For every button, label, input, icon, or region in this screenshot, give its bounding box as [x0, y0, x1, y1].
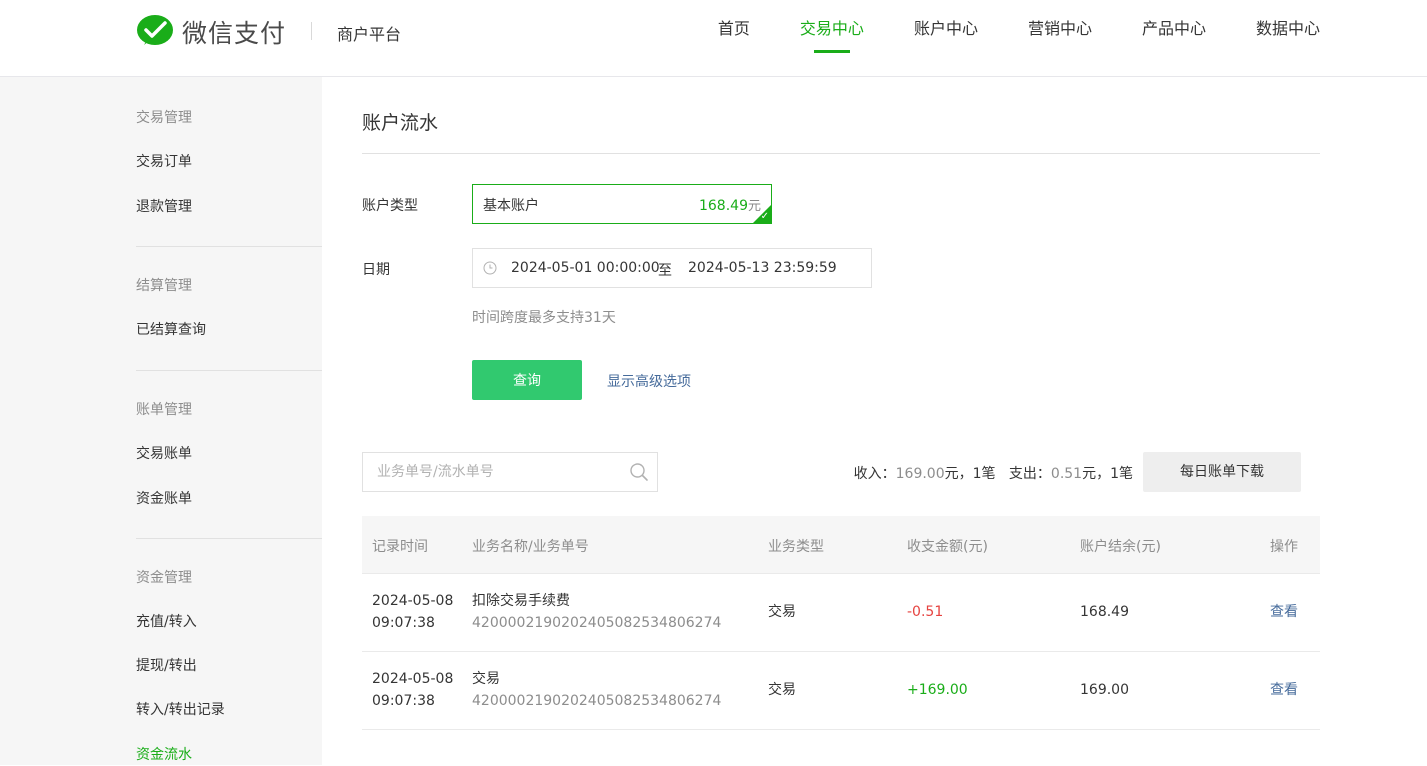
table-row: 2024-05-08 09:07:38 交易 42000021902024050… — [362, 652, 1320, 730]
account-type-selector[interactable]: 基本账户 168.49元 ✓ — [472, 184, 772, 224]
sidebar-group-title: 账单管理 — [136, 402, 192, 418]
view-link[interactable]: 查看 — [1270, 601, 1298, 623]
nav-marketing-center[interactable]: 营销中心 — [1028, 18, 1092, 54]
nav-home[interactable]: 首页 — [718, 18, 750, 54]
view-link[interactable]: 查看 — [1270, 679, 1298, 701]
sidebar-divider — [136, 538, 322, 539]
sidebar-group-settlement: 结算管理 已结算查询 — [136, 275, 322, 338]
nav-account-center[interactable]: 账户中心 — [914, 18, 978, 54]
business-name: 扣除交易手续费 — [472, 593, 570, 609]
sidebar-item-withdraw[interactable]: 提现/转出 — [136, 655, 197, 677]
title-divider — [362, 153, 1320, 154]
sidebar-item-recharge[interactable]: 充值/转入 — [136, 611, 197, 633]
nav-data-center[interactable]: 数据中心 — [1256, 18, 1320, 54]
account-amount: 168.49 — [698, 198, 748, 214]
business-order-number: 4200002190202405082534806274 — [472, 693, 722, 709]
sidebar-item-fund-flow[interactable]: 资金流水 — [136, 744, 192, 766]
business-order-number: 4200002190202405082534806274 — [472, 615, 722, 631]
table-header: 记录时间 业务名称/业务单号 业务类型 收支金额(元) 账户结余(元) 操作 — [362, 516, 1320, 574]
date-end[interactable]: 2024-05-13 23:59:59 — [688, 260, 837, 276]
sidebar-group-title: 结算管理 — [136, 278, 192, 294]
record-time-cell: 2024-05-08 09:07:38 — [372, 590, 453, 634]
record-time-cell: 2024-05-08 09:07:38 — [372, 668, 453, 712]
sidebar-item-refund-management[interactable]: 退款管理 — [136, 196, 192, 218]
expense-label: 支出： — [1008, 466, 1051, 482]
column-header-business-type: 业务类型 — [768, 539, 824, 555]
balance: 169.00 — [1080, 682, 1129, 698]
sidebar-group-title: 资金管理 — [136, 570, 192, 586]
income-label: 收入： — [853, 466, 896, 482]
search-box — [362, 452, 658, 492]
sidebar-item-fund-bill[interactable]: 资金账单 — [136, 488, 192, 510]
column-header-amount: 收支金额(元) — [907, 539, 988, 555]
sidebar-item-transaction-bill[interactable]: 交易账单 — [136, 443, 192, 465]
income-expense-summary: 收入：169.00元，1笔 支出：0.51元，1笔 — [854, 463, 1133, 483]
income-suffix: 元，1笔 — [944, 466, 996, 482]
column-header-business-name: 业务名称/业务单号 — [472, 539, 589, 555]
sidebar: 交易管理 交易订单 退款管理 结算管理 已结算查询 账单管理 交易账单 资金账单… — [0, 77, 322, 765]
expense-suffix: 元，1笔 — [1082, 466, 1133, 482]
sidebar-group-bills: 账单管理 交易账单 资金账单 — [136, 399, 322, 507]
date-start[interactable]: 2024-05-01 00:00:00 — [511, 260, 660, 276]
business-type: 交易 — [768, 682, 796, 698]
income-amount: 169.00 — [895, 466, 945, 482]
account-type-label: 账户类型 — [362, 198, 418, 214]
sidebar-divider — [136, 246, 322, 247]
sidebar-item-transfer-records[interactable]: 转入/转出记录 — [136, 699, 225, 721]
sidebar-item-transaction-orders[interactable]: 交易订单 — [136, 151, 192, 173]
record-time: 09:07:38 — [372, 693, 435, 709]
query-button[interactable]: 查询 — [472, 360, 582, 400]
nav-product-center[interactable]: 产品中心 — [1142, 18, 1206, 54]
record-date: 2024-05-08 — [372, 671, 454, 687]
record-date: 2024-05-08 — [372, 593, 454, 609]
business-name: 交易 — [472, 671, 500, 687]
brand-name: 微信支付 — [182, 19, 287, 48]
sidebar-group-transaction: 交易管理 交易订单 退款管理 — [136, 107, 322, 215]
business-type: 交易 — [768, 604, 796, 620]
sidebar-group-funds: 资金管理 充值/转入 提现/转出 转入/转出记录 资金流水 — [136, 567, 322, 763]
date-hint: 时间跨度最多支持31天 — [472, 310, 616, 326]
top-header: 微信支付 商户平台 首页 交易中心 账户中心 营销中心 产品中心 数据中心 — [0, 0, 1427, 77]
header-divider — [311, 22, 312, 40]
daily-bill-download-button[interactable]: 每日账单下载 — [1143, 452, 1301, 492]
business-name-cell: 扣除交易手续费 4200002190202405082534806274 — [472, 590, 721, 634]
date-separator: 至 — [658, 263, 672, 279]
nav-transaction-center[interactable]: 交易中心 — [800, 18, 864, 54]
platform-name: 商户平台 — [337, 25, 402, 44]
brand-logo[interactable]: 微信支付 — [136, 14, 286, 50]
page-title: 账户流水 — [362, 112, 439, 134]
column-header-balance: 账户结余(元) — [1080, 539, 1161, 555]
search-input[interactable] — [363, 453, 623, 491]
balance: 168.49 — [1080, 604, 1129, 620]
date-label: 日期 — [362, 262, 390, 278]
search-icon[interactable] — [629, 462, 649, 482]
column-header-action: 操作 — [1270, 539, 1298, 555]
fund-flow-table: 记录时间 业务名称/业务单号 业务类型 收支金额(元) 账户结余(元) 操作 2… — [362, 516, 1320, 730]
sidebar-item-settled-query[interactable]: 已结算查询 — [136, 319, 206, 341]
business-name-cell: 交易 4200002190202405082534806274 — [472, 668, 721, 712]
account-balance: 168.49元 — [699, 195, 761, 214]
top-nav: 首页 交易中心 账户中心 营销中心 产品中心 数据中心 — [668, 18, 1320, 54]
column-header-record-time: 记录时间 — [372, 539, 428, 555]
account-name: 基本账户 — [483, 198, 539, 214]
record-time: 09:07:38 — [372, 615, 435, 631]
expense-amount: 0.51 — [1050, 466, 1083, 482]
sidebar-group-title: 交易管理 — [136, 110, 192, 126]
wechat-pay-logo-icon — [137, 15, 173, 45]
sidebar-divider — [136, 370, 322, 371]
date-range-picker[interactable]: 2024-05-01 00:00:00 至 2024-05-13 23:59:5… — [472, 248, 872, 288]
clock-icon — [483, 261, 497, 275]
advanced-options-link[interactable]: 显示高级选项 — [607, 371, 691, 391]
table-row: 2024-05-08 09:07:38 扣除交易手续费 420000219020… — [362, 574, 1320, 652]
amount: +169.00 — [907, 682, 968, 698]
check-icon: ✓ — [760, 211, 769, 222]
amount: -0.51 — [907, 604, 944, 620]
